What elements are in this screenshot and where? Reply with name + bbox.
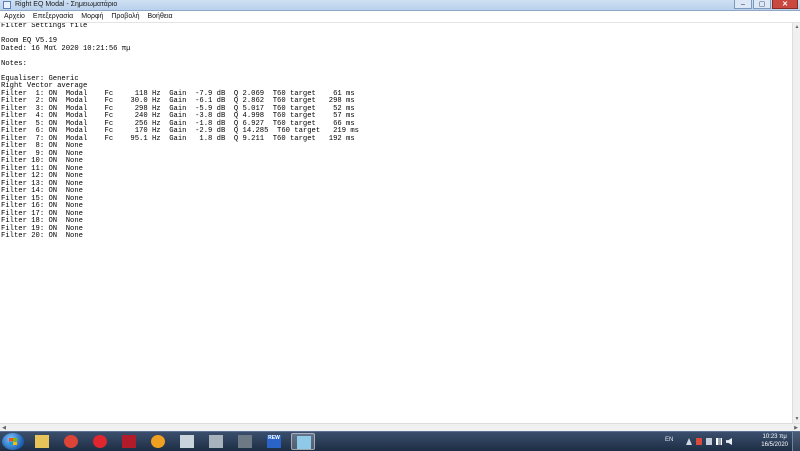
scroll-up-icon[interactable]: ▲ — [793, 23, 800, 31]
text-line: Filter 13: ON None — [1, 179, 83, 188]
menu-file[interactable]: Αρχείο — [0, 11, 29, 22]
minimize-icon: – — [741, 1, 745, 8]
taskbar-button[interactable] — [59, 433, 83, 450]
taskbar-button[interactable] — [146, 433, 170, 450]
language-indicator[interactable]: EN — [665, 437, 673, 443]
vpn-shield-icon — [151, 435, 165, 448]
text-editor-area[interactable]: Filter Settings file Room EQ V5.19 Dated:… — [0, 23, 792, 423]
signal-icon[interactable] — [716, 438, 722, 445]
taskbar-button[interactable] — [291, 433, 315, 450]
document-text[interactable]: Filter Settings file Room EQ V5.19 Dated:… — [0, 23, 792, 241]
text-line: Filter 17: ON None — [1, 209, 83, 218]
text-line — [1, 68, 792, 76]
taskbar-button[interactable] — [88, 433, 112, 450]
taskbar-button[interactable] — [175, 433, 199, 450]
taskbar-button[interactable] — [117, 433, 141, 450]
text-line: Filter 19: ON None — [1, 224, 83, 233]
horizontal-scrollbar[interactable]: ◀ ▶ — [0, 423, 800, 431]
menu-edit[interactable]: Επεξεργασία — [29, 11, 77, 22]
clock-date: 16/5/2020 — [761, 442, 788, 448]
text-line: Filter 14: ON None — [1, 187, 83, 195]
text-line: Notes: — [1, 59, 27, 68]
taskbar-button[interactable] — [233, 433, 257, 450]
volume-icon[interactable] — [726, 438, 732, 445]
title-bar[interactable]: Right EQ Modal - Σημειωματάριο – ▢ ✕ — [0, 0, 800, 11]
menu-format[interactable]: Μορφή — [77, 11, 107, 22]
rew-icon: REW — [267, 435, 281, 448]
chrome-icon — [64, 435, 78, 448]
close-button[interactable]: ✕ — [772, 0, 798, 9]
text-line: Filter 18: ON None — [1, 217, 83, 225]
show-hidden-icons-icon[interactable] — [686, 438, 692, 445]
file-explorer-icon — [35, 435, 49, 448]
matrix-app-icon — [122, 435, 136, 448]
clock[interactable]: 10:23 πμ 16/5/2020 — [761, 433, 788, 449]
text-line: Equaliser: Generic — [1, 74, 79, 83]
window-title: Right EQ Modal - Σημειωματάριο — [15, 1, 118, 8]
settings-gears-icon — [209, 435, 223, 448]
flag-icon[interactable] — [696, 438, 702, 445]
scroll-down-icon[interactable]: ▼ — [793, 415, 800, 423]
system-tray: EN 10:23 πμ 16/5/2020 — [660, 432, 800, 451]
text-line: Filter 9: ON None — [1, 149, 83, 158]
show-desktop-button[interactable] — [792, 432, 800, 451]
taskbar-button[interactable] — [204, 433, 228, 450]
notepad-app-icon — [3, 1, 11, 9]
close-icon: ✕ — [782, 1, 788, 8]
menu-view[interactable]: Προβολή — [107, 11, 143, 22]
opera-icon — [93, 435, 107, 448]
text-line: Filter 12: ON None — [1, 172, 83, 180]
network-icon[interactable] — [706, 438, 712, 445]
taskbar: REW EN 10:23 πμ 16/5/2020 — [0, 431, 800, 451]
text-line: Filter Settings file — [1, 23, 88, 30]
window-controls: – ▢ ✕ — [733, 0, 798, 10]
text-line — [1, 31, 792, 39]
taskbar-button[interactable]: REW — [262, 433, 286, 450]
taskbar-button[interactable] — [30, 433, 54, 450]
text-line — [1, 53, 792, 61]
text-line: Dated: 16 Μαϊ 2020 10:21:56 πμ — [1, 44, 131, 53]
text-line: Filter 10: ON None — [1, 157, 83, 165]
menu-bar: Αρχείο Επεξεργασία Μορφή Προβολή Βοήθεια — [0, 11, 800, 23]
text-line: Filter 15: ON None — [1, 194, 83, 203]
text-line: Filter 11: ON None — [1, 164, 83, 173]
text-line: Filter 8: ON None — [1, 142, 83, 150]
text-line: Filter 7: ON Modal Fc 95.1 Hz Gain 1.8 d… — [1, 134, 355, 143]
notepad-icon — [180, 435, 194, 448]
alien-app-icon — [238, 435, 252, 448]
maximize-button[interactable]: ▢ — [753, 0, 771, 9]
clock-time: 10:23 πμ — [762, 434, 787, 440]
text-line: Filter 16: ON None — [1, 202, 83, 210]
minimize-button[interactable]: – — [734, 0, 752, 9]
maximize-icon: ▢ — [758, 1, 766, 8]
menu-help[interactable]: Βοήθεια — [143, 11, 176, 22]
notepad-active-icon — [297, 436, 311, 449]
windows-logo-icon — [9, 438, 17, 445]
vertical-scrollbar[interactable]: ▲ ▼ — [792, 23, 800, 423]
text-line: Filter 20: ON None — [1, 232, 83, 240]
start-button[interactable] — [2, 433, 24, 450]
